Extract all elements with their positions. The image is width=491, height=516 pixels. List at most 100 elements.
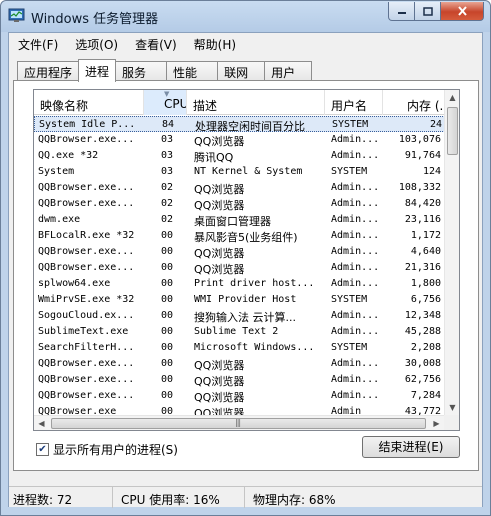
end-process-button[interactable]: 结束进程(E): [362, 436, 460, 458]
scroll-right-icon[interactable]: ▶: [429, 416, 444, 430]
table-row[interactable]: QQBrowser.exe... 02 QQ浏览器 Admin... 108,332: [34, 180, 445, 196]
process-cpu: 03: [161, 150, 174, 161]
process-name: QQ.exe *32: [38, 150, 99, 161]
minimize-button[interactable]: [388, 2, 415, 21]
maximize-button[interactable]: [415, 2, 441, 21]
process-user: SYSTEM: [331, 342, 368, 353]
tab-networking[interactable]: 联网: [217, 61, 266, 81]
process-cpu: 00: [161, 294, 174, 305]
process-memory: 2,208: [410, 342, 441, 353]
horizontal-scrollbar[interactable]: ◀ ||| ▶: [34, 415, 444, 430]
scroll-up-icon[interactable]: ▲: [445, 90, 459, 105]
vertical-scrollbar[interactable]: ▲ ▼: [444, 90, 459, 415]
scroll-corner: [444, 415, 459, 430]
process-cpu: 03: [161, 134, 174, 145]
client-area: 文件(F) 选项(O) 查看(V) 帮助(H) 应用程序 进程 服务 性能 联网…: [8, 32, 483, 508]
menu-file[interactable]: 文件(F): [9, 33, 66, 53]
table-row[interactable]: System 03 NT Kernel & System SYSTEM 124: [34, 164, 445, 180]
menu-help[interactable]: 帮助(H): [185, 33, 244, 53]
process-description: NT Kernel & System: [194, 166, 303, 177]
table-row[interactable]: BFLocalR.exe *32 00 暴风影音5(业务组件) Admin... 1,1…: [34, 228, 445, 244]
process-description: 处理器空闲时间百分比: [195, 120, 305, 133]
process-description: Print driver host...: [194, 278, 315, 289]
process-description: QQ浏览器: [194, 199, 245, 212]
process-description: WMI Provider Host: [194, 294, 297, 305]
scroll-down-icon[interactable]: ▼: [445, 400, 459, 415]
process-user: Admin...: [331, 230, 380, 241]
status-cpu-usage: CPU 使用率: 16%: [113, 487, 245, 508]
table-row[interactable]: SublimeText.exe 00 Sublime Text 2 Admin... 4…: [34, 324, 445, 340]
process-description: QQ浏览器: [194, 359, 245, 372]
process-list[interactable]: 映像名称 ▼ CPU 描述 用户名 内存 (... System Idle P.…: [33, 89, 460, 431]
window-controls: [388, 2, 484, 21]
tab-processes[interactable]: 进程: [78, 59, 117, 82]
table-row[interactable]: QQ.exe *32 03 腾讯QQ Admin... 91,764: [34, 148, 445, 164]
table-row[interactable]: QQBrowser.exe... 02 QQ浏览器 Admin... 84,420: [34, 196, 445, 212]
process-cpu: 00: [161, 278, 174, 289]
process-name: SublimeText.exe: [38, 326, 129, 337]
table-row[interactable]: QQBrowser.exe... 00 QQ浏览器 Admin... 4,640: [34, 244, 445, 260]
tab-users[interactable]: 用户: [264, 61, 313, 81]
scroll-left-icon[interactable]: ◀: [34, 416, 49, 430]
table-row[interactable]: QQBrowser.exe... 00 QQ浏览器 Admin... 30,008: [34, 356, 445, 372]
process-memory: 7,284: [410, 390, 441, 401]
vertical-scroll-thumb[interactable]: [447, 107, 458, 155]
table-row[interactable]: SearchFilterH... 00 Microsoft Windows... SY…: [34, 340, 445, 356]
menu-bar: 文件(F) 选项(O) 查看(V) 帮助(H): [9, 33, 482, 53]
process-user: Admin...: [331, 182, 380, 193]
menu-view[interactable]: 查看(V): [126, 33, 185, 53]
process-memory: 4,640: [410, 246, 441, 257]
process-description: 搜狗输入法 云计算...: [194, 311, 296, 324]
process-user: Admin...: [331, 358, 380, 369]
table-row[interactable]: WmiPrvSE.exe *32 00 WMI Provider Host SYSTE…: [34, 292, 445, 308]
process-name: splwow64.exe: [38, 278, 111, 289]
table-row[interactable]: System Idle P... 84 处理器空闲时间百分比 SYSTEM 24: [34, 116, 445, 133]
process-description: QQ浏览器: [194, 135, 245, 148]
tab-performance[interactable]: 性能: [166, 61, 219, 81]
process-description: QQ浏览器: [194, 263, 245, 276]
tab-services[interactable]: 服务: [115, 61, 168, 81]
process-memory: 62,756: [404, 374, 441, 385]
process-user: Admin...: [331, 150, 380, 161]
table-row[interactable]: QQBrowser.exe... 00 QQ浏览器 Admin... 21,316: [34, 260, 445, 276]
process-cpu: 00: [161, 374, 174, 385]
column-description[interactable]: 描述: [187, 90, 325, 115]
process-memory: 91,764: [404, 150, 441, 161]
column-image-name[interactable]: 映像名称: [34, 90, 144, 115]
column-cpu[interactable]: ▼ CPU: [144, 90, 187, 115]
status-physical-memory: 物理内存: 68%: [253, 493, 336, 507]
table-row[interactable]: QQBrowser.exe... 00 QQ浏览器 Admin... 62,756: [34, 372, 445, 388]
process-description: QQ浏览器: [194, 391, 245, 404]
column-user-name[interactable]: 用户名: [325, 90, 383, 115]
table-row[interactable]: SogouCloud.ex... 00 搜狗输入法 云计算... Admin... 12…: [34, 308, 445, 324]
tab-applications[interactable]: 应用程序: [17, 61, 80, 81]
table-row[interactable]: splwow64.exe 00 Print driver host... Admin.…: [34, 276, 445, 292]
show-all-users-checkbox[interactable]: ✔: [36, 443, 49, 456]
window-title: Windows 任务管理器: [31, 12, 159, 27]
menu-options[interactable]: 选项(O): [66, 33, 126, 53]
table-row[interactable]: QQBrowser.exe... 03 QQ浏览器 Admin... 103,076: [34, 132, 445, 148]
title-bar[interactable]: Windows 任务管理器: [1, 1, 490, 32]
process-cpu: 00: [161, 326, 174, 337]
process-description: Microsoft Windows...: [194, 342, 315, 353]
list-header: 映像名称 ▼ CPU 描述 用户名 内存 (...: [34, 90, 459, 115]
process-user: Admin...: [331, 390, 380, 401]
table-row[interactable]: dwm.exe 02 桌面窗口管理器 Admin... 23,116: [34, 212, 445, 228]
process-description: QQ浏览器: [194, 183, 245, 196]
process-user: Admin...: [331, 262, 380, 273]
process-user: Admin...: [331, 134, 380, 145]
process-memory: 84,420: [404, 198, 441, 209]
process-name: BFLocalR.exe *32: [38, 230, 135, 241]
process-name: dwm.exe: [38, 214, 81, 225]
show-all-users-option[interactable]: ✔ 显示所有用户的进程(S): [36, 441, 178, 458]
close-button[interactable]: [441, 2, 484, 21]
status-process-count: 进程数: 72: [9, 487, 113, 508]
process-memory: 45,288: [404, 326, 441, 337]
sort-down-icon: ▼: [164, 90, 170, 98]
process-name: QQBrowser.exe...: [38, 134, 135, 145]
show-all-users-label: 显示所有用户的进程(S): [53, 443, 178, 457]
process-user: Admin...: [331, 326, 380, 337]
table-row[interactable]: QQBrowser.exe... 00 QQ浏览器 Admin... 7,284: [34, 388, 445, 404]
horizontal-scroll-thumb[interactable]: |||: [51, 418, 426, 429]
process-name: QQBrowser.exe...: [38, 358, 135, 369]
